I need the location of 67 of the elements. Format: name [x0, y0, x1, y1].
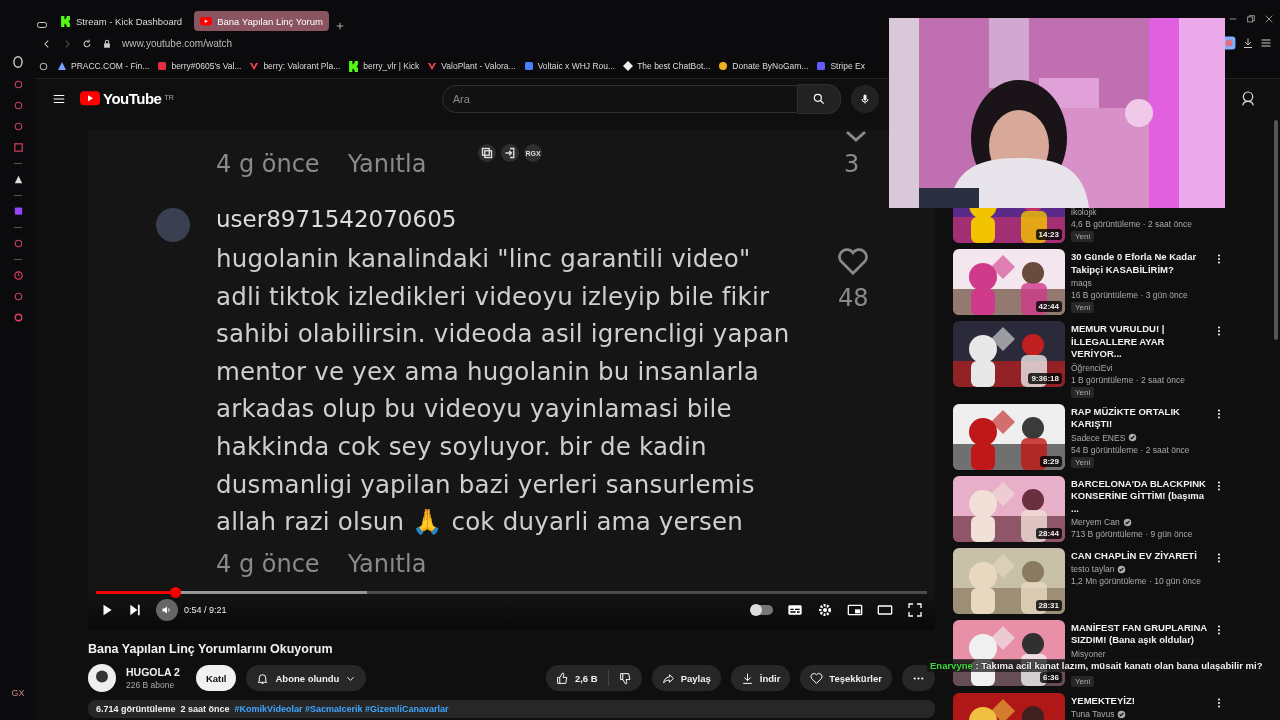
video-title[interactable]: 30 Günde 0 Eforla Ne Kadar Takipçi KASABİLİRİM? — [1071, 251, 1207, 276]
view-info: 1 B görüntüleme · 2 saat önce — [1071, 374, 1186, 385]
sidebar-logo-text: GX — [11, 688, 25, 698]
video-title[interactable]: RAP MÜZİKTE ORTALIK KARIŞTI! — [1071, 405, 1207, 431]
video-duration: 14:23 — [1035, 229, 1062, 240]
thanks-button[interactable]: Teşekkürler — [800, 665, 892, 691]
address-field[interactable]: www.youtube.com/watch — [122, 38, 233, 50]
channel-name[interactable]: HUGOLA 2 — [126, 666, 180, 678]
bookmark[interactable]: Stripe Ex — [816, 61, 865, 72]
view-info: 4,6 B görüntüleme · 2 saat önce — [1071, 219, 1193, 229]
subscribed-button[interactable]: Abone olundu — [246, 665, 367, 691]
browser-tab[interactable]: Bana Yapılan Linç Yorum — [194, 11, 329, 32]
view-info: 16 B görüntüleme · 3 gün önce — [1071, 290, 1189, 300]
comment-text: hugolanin kanalindaki "linc garantili video" adli tiktok izledikleri videoyu izleyip bile fikir sahibi olabilirsin. videoda asil igrencligi yapan mentor ve yex ama hugolanin bu insanlarla arkadas olup bu videoyu yayinlamasi bile hakkinda cok sey soyluyor. bir de kadin dusmanligi yapilan bazi yerleri sansurlemis allah razi olsun 🙏 cok duyarli ama yersen — [216, 243, 790, 539]
reply-link: Yanıtla — [347, 550, 427, 578]
hashtags[interactable]: #KomikVideolar #SacmaIcerik #GizemliCanavarlar — [234, 704, 449, 714]
channel-name[interactable]: Meryem Can — [1071, 517, 1120, 527]
video-title[interactable]: CAN CHAPLİN EV ZİYARETİ — [1071, 549, 1207, 562]
video-title[interactable]: MEMUR VURULDU! | İLLEGALLERE AYAR VERİYOR... — [1071, 323, 1207, 361]
view-info: 713 B görüntüleme · 9 gün önce — [1071, 529, 1194, 539]
channel-name[interactable]: Tuna Tavus — [1071, 709, 1115, 719]
bookmark[interactable]: Voltaic x WHJ Rou... — [523, 61, 616, 72]
bookmark[interactable]: Donate ByNoGam... — [718, 61, 809, 72]
video-title[interactable]: MANİFEST FAN GRUPLARINA SIZDIM! (Bana aşık oldular) — [1071, 621, 1207, 647]
video-title: Bana Yapılan Linç Yorumlarını Okuyorum — [88, 642, 334, 656]
like-count: 48 — [838, 284, 869, 312]
youtube-logo-text[interactable]: YouTube — [103, 90, 162, 107]
channel-name[interactable]: ikolojik — [1071, 208, 1097, 217]
channel-name[interactable]: maqs — [1071, 278, 1092, 288]
channel-name[interactable]: testo taylan — [1071, 564, 1115, 574]
bookmark[interactable]: PRACC.COM - Fin... — [57, 61, 150, 72]
new-badge: Yeni — [1071, 231, 1095, 242]
view-info: 54 B görüntüleme · 2 saat önce — [1071, 444, 1191, 455]
new-badge: Yeni — [1071, 302, 1095, 313]
channel-name[interactable]: Misyoner — [1071, 648, 1106, 659]
new-badge: Yeni — [1071, 456, 1095, 468]
video-duration: 42:44 — [1035, 301, 1062, 312]
comment-time: 4 g önce — [216, 550, 320, 578]
bookmark[interactable]: berry_vlr | Kick — [348, 60, 420, 72]
search-field[interactable]: Ara — [441, 84, 798, 113]
download-button[interactable]: İndir — [730, 665, 791, 691]
share-button[interactable]: Paylaş — [651, 665, 721, 691]
reply-link: Yanıtla — [347, 150, 427, 178]
browser-tab[interactable]: Stream - Kick Dashboard — [54, 11, 189, 32]
comment-username: user8971542070605 — [216, 206, 457, 232]
reply-count: 3 — [844, 150, 860, 178]
video-title[interactable]: YEMEKTEYİZ! — [1071, 694, 1207, 707]
view-info: 1,2 Mn görüntüleme · 10 gün önce — [1071, 576, 1202, 586]
video-title[interactable]: BARCELONA'DA BLACKPINK KONSERİNE GİTTİM! (başıma ... — [1071, 477, 1207, 515]
subscriber-count: 226 B abone — [126, 680, 176, 690]
channel-name[interactable]: Sadece ENES — [1071, 432, 1126, 443]
view-count: 6.714 görüntüleme — [96, 704, 176, 714]
join-button[interactable]: Katıl — [195, 665, 237, 691]
upload-date: 2 saat önce — [180, 704, 230, 714]
bookmark[interactable]: berry#0605's Val... — [157, 61, 242, 72]
bookmark[interactable]: ValoPlant - Valora... — [427, 61, 516, 72]
comment-time: 4 g önce — [216, 150, 320, 178]
video-duration: 28:44 — [1035, 527, 1062, 539]
new-badge: Yeni — [1071, 675, 1095, 687]
video-duration: 8:29 — [1040, 455, 1062, 467]
video-time: 0:54 / 9:21 — [184, 605, 227, 615]
channel-name[interactable]: ÖğrenciEvi — [1071, 362, 1113, 373]
new-badge: Yeni — [1071, 386, 1095, 398]
video-duration: 9:36:18 — [1028, 373, 1062, 384]
video-duration: 28:31 — [1035, 599, 1062, 611]
bookmark[interactable]: berry: Valorant Pla... — [249, 61, 341, 72]
bookmark[interactable]: The best ChatBot... — [623, 61, 711, 72]
